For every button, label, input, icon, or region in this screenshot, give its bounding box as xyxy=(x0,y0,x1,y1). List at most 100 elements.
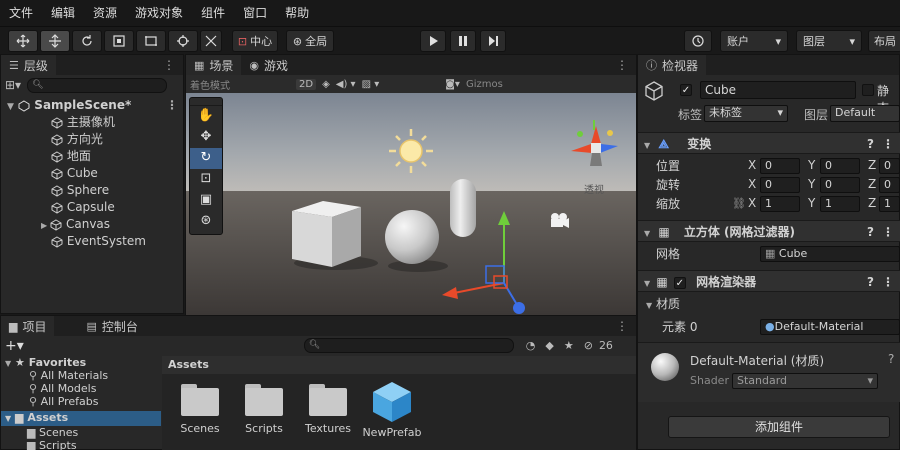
overlay-scale-icon[interactable]: ⊡ xyxy=(190,169,222,190)
menu-help[interactable]: 帮助 xyxy=(276,0,318,26)
menu-edit[interactable]: 编辑 xyxy=(42,0,84,26)
audio-toggle-icon[interactable]: ◀) ▾ xyxy=(336,79,356,90)
menu-gameobject[interactable]: 游戏对象 xyxy=(126,0,192,26)
effects-dropdown-icon[interactable]: ▨ ▾ xyxy=(362,79,380,90)
camera-gizmo-icon[interactable] xyxy=(551,213,569,228)
step-button[interactable] xyxy=(480,30,506,52)
favorites-header[interactable]: ▼ ★ Favorites xyxy=(1,356,161,369)
tab-scene[interactable]: ▦ 场景 xyxy=(186,55,242,75)
rotation-z-field[interactable]: 0 xyxy=(879,177,900,193)
expand-arrow-icon[interactable]: ▶ xyxy=(41,221,47,230)
fav-item[interactable]: ⚲ All Prefabs xyxy=(1,395,161,408)
hierarchy-item[interactable]: 方向光 xyxy=(1,131,184,148)
toggle-2d-button[interactable]: 2D xyxy=(296,79,317,90)
lighting-toggle-icon[interactable]: ◈ xyxy=(322,79,330,90)
layers-dropdown[interactable]: 图层 ▾ xyxy=(796,30,862,52)
overlay-rotate-icon[interactable]: ↻ xyxy=(190,148,222,169)
help-icon[interactable]: ? xyxy=(867,133,874,155)
static-checkbox[interactable] xyxy=(862,84,874,96)
fav-item[interactable]: ⚲ All Materials xyxy=(1,369,161,382)
overlay-rect-icon[interactable]: ▣ xyxy=(190,190,222,211)
component-menu-icon[interactable]: ⋮ xyxy=(882,133,894,155)
help-icon[interactable]: ? xyxy=(867,271,874,293)
transform-tool-button[interactable] xyxy=(168,30,198,52)
object-name-field[interactable]: Cube xyxy=(700,81,856,99)
help-icon[interactable]: ? xyxy=(867,221,874,243)
active-checkbox[interactable]: ✓ xyxy=(680,84,692,96)
shader-dropdown[interactable]: Standard ▾ xyxy=(732,373,878,389)
hierarchy-search-input[interactable]: 🔍︎ xyxy=(27,77,168,93)
asset-item[interactable]: NewPrefab xyxy=(362,382,422,439)
hierarchy-item[interactable]: EventSystem xyxy=(1,233,184,250)
add-object-dropdown[interactable]: ⊞▾ xyxy=(5,78,21,92)
asset-item[interactable]: Scenes xyxy=(170,384,230,435)
gizmos-dropdown[interactable]: Gizmos xyxy=(466,79,503,90)
account-dropdown[interactable]: 账户 ▾ xyxy=(720,30,788,52)
position-z-field[interactable]: 0 xyxy=(879,158,900,174)
material-object-field[interactable]: ●Default-Material xyxy=(760,319,900,335)
layout-dropdown[interactable]: 布局 xyxy=(868,30,900,52)
hierarchy-item[interactable]: Sphere xyxy=(1,182,184,199)
position-y-field[interactable]: 0 xyxy=(820,158,860,174)
hierarchy-item[interactable]: Capsule xyxy=(1,199,184,216)
create-asset-dropdown[interactable]: +▾ xyxy=(5,338,24,354)
transform-header[interactable]: ▼ ⟁ 变换 ? ⋮ xyxy=(638,132,900,154)
scale-z-field[interactable]: 1 xyxy=(879,196,900,212)
asset-item[interactable]: Textures xyxy=(298,384,358,435)
folder-item[interactable]: ▆ Scenes xyxy=(1,426,161,439)
tab-console[interactable]: ▤ 控制台 xyxy=(78,316,145,336)
overlay-hand-icon[interactable]: ✋ xyxy=(190,106,222,127)
filter-label-icon[interactable]: ◆ xyxy=(545,339,553,352)
hand-tool-button[interactable] xyxy=(8,30,38,52)
pause-button[interactable] xyxy=(450,30,476,52)
overlay-transform-icon[interactable]: ⊛ xyxy=(190,211,222,232)
layer-dropdown[interactable]: Default xyxy=(830,105,900,122)
component-menu-icon[interactable]: ⋮ xyxy=(882,271,894,293)
shading-mode-dropdown[interactable]: 着色模式 xyxy=(190,77,248,92)
menu-file[interactable]: 文件 xyxy=(0,0,42,26)
tab-hierarchy[interactable]: ☰ 层级 xyxy=(1,55,56,75)
materials-row[interactable]: ▼ 材质 xyxy=(640,295,900,313)
scale-x-field[interactable]: 1 xyxy=(760,196,800,212)
filter-type-icon[interactable]: ◔ xyxy=(526,339,536,352)
scene-root-row[interactable]: ▼ SampleScene* ⋮ xyxy=(1,97,184,114)
link-icon[interactable]: ⛓ xyxy=(732,195,746,213)
hierarchy-item[interactable]: 主摄像机 xyxy=(1,114,184,131)
mesh-object-field[interactable]: ▦ Cube xyxy=(760,246,900,262)
menu-window[interactable]: 窗口 xyxy=(234,0,276,26)
assets-folder-row[interactable]: ▼ ▆ Assets xyxy=(1,411,161,426)
scale-y-field[interactable]: 1 xyxy=(820,196,860,212)
pivot-center-toggle[interactable]: ⊡ 中心 xyxy=(232,30,278,52)
play-button[interactable] xyxy=(420,30,446,52)
menu-component[interactable]: 组件 xyxy=(192,0,234,26)
more-options-icon[interactable]: ⋮ xyxy=(163,58,175,72)
component-menu-icon[interactable]: ⋮ xyxy=(882,221,894,243)
renderer-enabled-checkbox[interactable]: ✓ xyxy=(673,276,686,289)
folder-item[interactable]: ▆ Scripts xyxy=(1,439,161,450)
move-tool-button[interactable] xyxy=(40,30,70,52)
fav-item[interactable]: ⚲ All Models xyxy=(1,382,161,395)
hierarchy-item[interactable]: Cube xyxy=(1,165,184,182)
custom-tool-button[interactable] xyxy=(200,30,222,52)
scale-tool-button[interactable] xyxy=(104,30,134,52)
camera-dropdown-icon[interactable]: ◙▾ xyxy=(445,79,460,90)
mesh-renderer-header[interactable]: ▼ ▦ ✓ 网格渲染器 ? ⋮ xyxy=(638,270,900,292)
rotate-tool-button[interactable] xyxy=(72,30,102,52)
tab-game[interactable]: ◉ 游戏 xyxy=(241,55,296,75)
scene-viewport[interactable]: 透视 ✋ ✥ ↻ ⊡ ▣ ⊛ xyxy=(186,93,636,315)
hierarchy-item[interactable]: 地面 xyxy=(1,148,184,165)
favorite-icon[interactable]: ★ xyxy=(564,339,574,352)
tab-project[interactable]: ▆ 项目 xyxy=(1,316,55,336)
rotation-x-field[interactable]: 0 xyxy=(760,177,800,193)
history-button[interactable] xyxy=(684,30,712,52)
add-component-button[interactable]: 添加组件 xyxy=(668,416,890,438)
asset-item[interactable]: Scripts xyxy=(234,384,294,435)
visibility-icon[interactable]: ⊘ xyxy=(584,339,593,352)
scene-more-icon[interactable]: ⋮ xyxy=(166,97,178,114)
position-x-field[interactable]: 0 xyxy=(760,158,800,174)
cube-object[interactable] xyxy=(292,201,361,267)
more-options-icon[interactable]: ⋮ xyxy=(616,319,628,333)
sphere-object[interactable] xyxy=(385,210,439,264)
help-icon[interactable]: ? xyxy=(888,352,894,366)
rect-tool-button[interactable] xyxy=(136,30,166,52)
